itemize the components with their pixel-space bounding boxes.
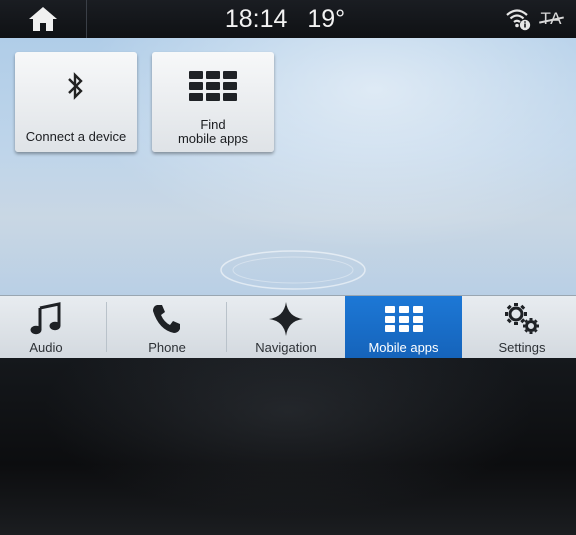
dashboard-trim (0, 358, 576, 535)
nav-divider (226, 302, 227, 352)
connect-device-label: Connect a device (25, 129, 127, 144)
phone-icon (153, 305, 180, 333)
nav-mobile-apps[interactable]: Mobile apps (345, 296, 462, 358)
traffic-announcement-indicator: TA (540, 9, 562, 28)
status-bar: 18:14 19° TA (0, 0, 576, 39)
bluetooth-icon (68, 72, 83, 100)
bottom-nav-bar: Audio Phone Navigation Mobile apps Setti… (0, 295, 576, 358)
nav-navigation[interactable]: Navigation (238, 296, 334, 358)
find-mobile-apps-tile[interactable]: Find mobile apps (152, 52, 274, 152)
nav-phone-label: Phone (148, 340, 186, 355)
outside-temperature: 19° (307, 4, 346, 33)
home-button[interactable] (0, 0, 87, 38)
app-grid-icon (384, 306, 423, 332)
clock: 18:14 (224, 4, 288, 33)
nav-navigation-label: Navigation (255, 340, 317, 355)
status-indicators: TA (505, 6, 562, 32)
music-note-icon (30, 302, 61, 335)
nav-audio[interactable]: Audio (0, 296, 92, 358)
star-compass-icon (269, 302, 303, 336)
watermark-logo (220, 250, 366, 290)
connect-device-tile[interactable]: Connect a device (15, 52, 137, 152)
status-readout: 18:14 19° (200, 2, 370, 36)
gears-icon (505, 303, 539, 334)
nav-settings[interactable]: Settings (476, 296, 568, 358)
nav-divider (106, 302, 107, 352)
app-grid-icon (189, 71, 237, 101)
find-mobile-apps-label: Find mobile apps (177, 117, 249, 146)
nav-phone[interactable]: Phone (120, 296, 214, 358)
nav-audio-label: Audio (29, 340, 63, 355)
nav-mobile-apps-label: Mobile apps (368, 340, 439, 355)
infotainment-screen: 18:14 19° TA Connect a device Find mobil… (0, 0, 576, 358)
nav-settings-label: Settings (498, 340, 546, 355)
wifi-info-icon (505, 9, 530, 31)
home-icon (29, 7, 57, 31)
mobile-apps-panel: Connect a device Find mobile apps (0, 38, 576, 295)
